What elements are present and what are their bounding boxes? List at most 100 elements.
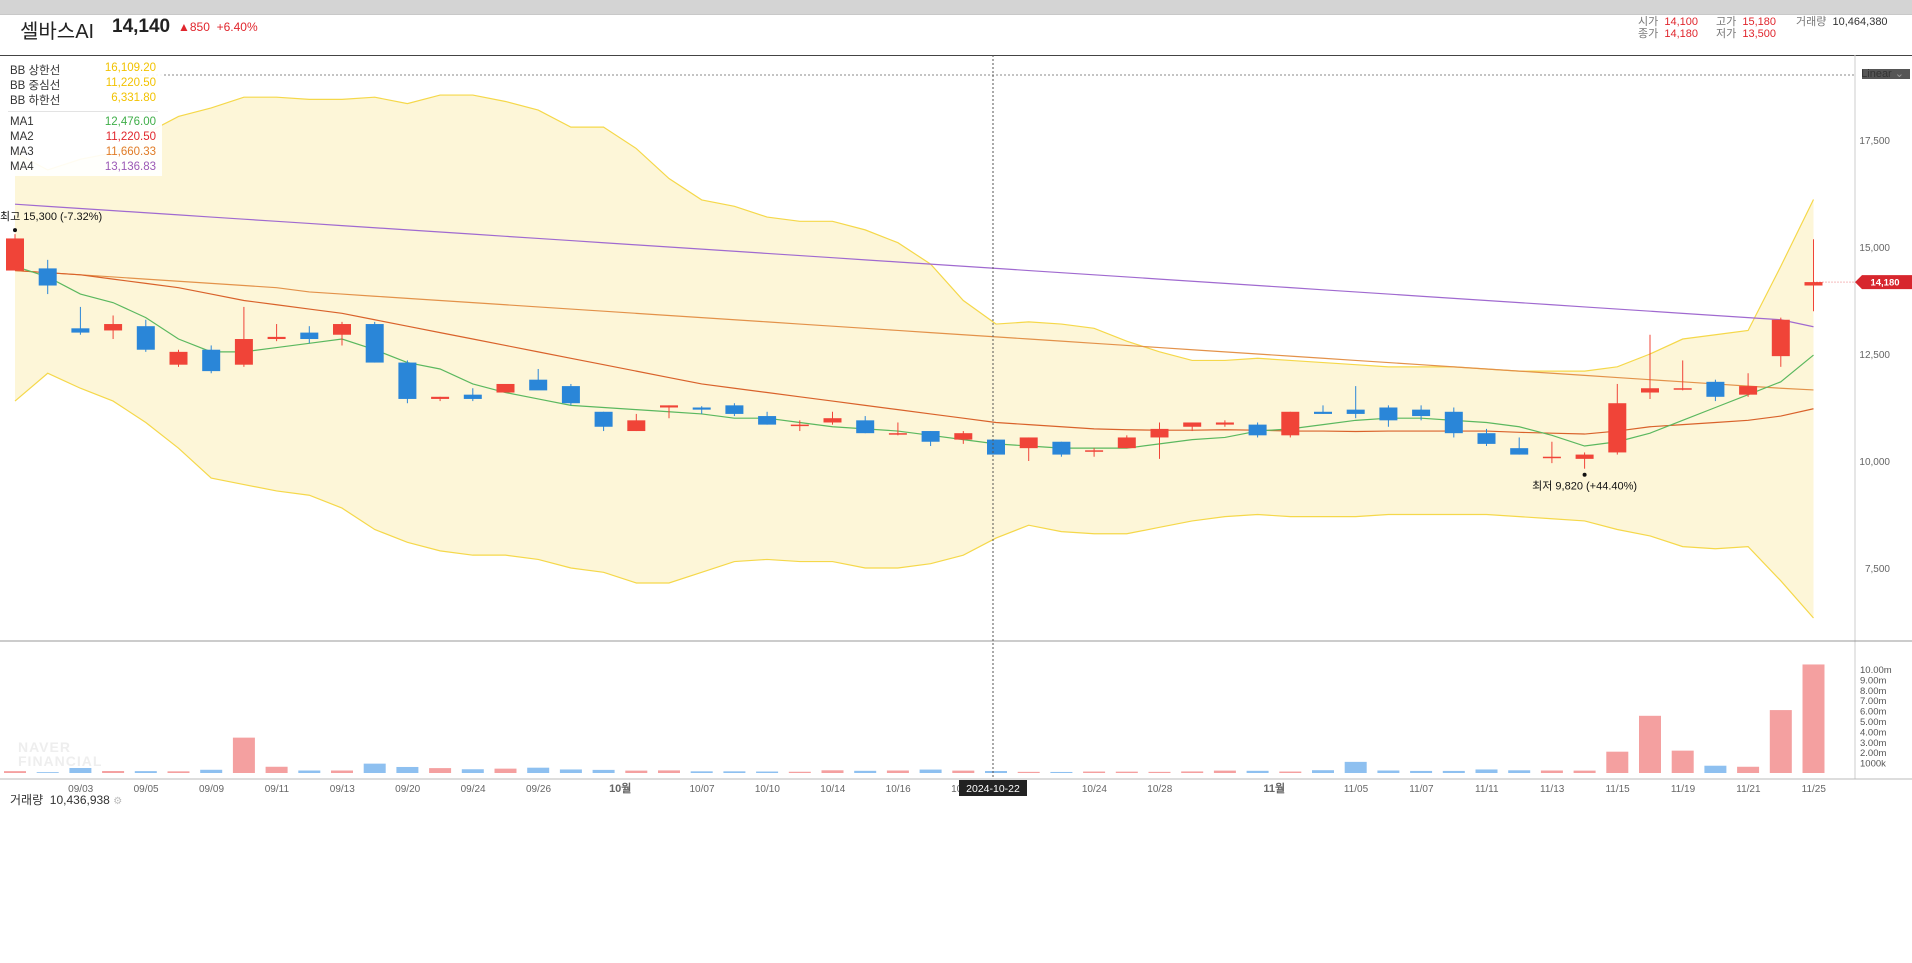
candle-body	[921, 431, 940, 442]
legend-bb-0: BB 상한선 16,109.20	[0, 62, 162, 77]
candle-body	[1542, 456, 1561, 459]
legend-label: BB 중심선	[10, 80, 61, 92]
volume-bar	[1606, 751, 1629, 773]
volume-bar	[1279, 771, 1302, 773]
candle[interactable]	[365, 321, 384, 363]
candle-body	[169, 351, 188, 365]
volume-bar	[919, 769, 942, 773]
indicator-legend: BB 상한선 16,109.20 BB 중심선 11,220.50 BB 하한선 6,33…	[0, 62, 162, 176]
candle-body	[1215, 422, 1234, 425]
candle-body	[71, 328, 90, 333]
volume-tick-label: 7.00m	[1860, 696, 1886, 707]
candle[interactable]	[169, 349, 188, 367]
volume-tick-label: 6.00m	[1860, 707, 1886, 718]
volume-panel-label: 거래량 10,436,938 ⚙	[10, 793, 123, 807]
candle-body	[1673, 388, 1692, 390]
legend-bb-2: BB 하한선 6,331.80	[0, 92, 162, 107]
volume-bar	[1475, 769, 1498, 773]
volume-bar	[265, 766, 288, 773]
candle-body	[1706, 381, 1725, 397]
volume-bar	[1573, 770, 1596, 773]
volume-bar	[821, 770, 844, 773]
candle[interactable]	[1248, 422, 1267, 438]
candle[interactable]	[496, 383, 515, 393]
candle-body	[1771, 319, 1790, 357]
volume-bar	[723, 771, 746, 773]
candle-body	[1019, 437, 1038, 449]
price-chart-svg[interactable]: 7,500 10,000 12,500 15,000 17,500 1000k2.00m3…	[0, 15, 1912, 963]
volume-bar	[4, 771, 26, 773]
candle[interactable]	[1281, 411, 1300, 438]
volume-bar	[854, 770, 877, 773]
chevron-down-icon: ⌄	[1894, 68, 1904, 80]
legend-ma-1: MA2 11,220.50	[0, 131, 162, 146]
candle-body	[1281, 411, 1300, 436]
volume-bar	[1410, 770, 1433, 773]
x-tick-label: 10/14	[820, 784, 845, 795]
volume-bar	[1083, 771, 1106, 773]
volume-bar	[36, 772, 59, 773]
candle-body	[856, 420, 875, 434]
x-tick-label: 11/13	[1540, 784, 1565, 795]
settings-icon[interactable]: ⚙	[113, 796, 122, 807]
candle-body	[1444, 411, 1463, 434]
volume-tick-label: 1000k	[1860, 759, 1886, 770]
volume-bar	[429, 768, 452, 773]
legend-value: 12,476.00	[104, 116, 156, 128]
volume-bar	[1737, 766, 1760, 773]
volume-tick-label: 3.00m	[1860, 738, 1886, 749]
candle-body	[1608, 403, 1627, 453]
volume-bar	[1704, 765, 1727, 773]
candle[interactable]	[561, 383, 580, 406]
volume-tick-label: 8.00m	[1860, 686, 1886, 697]
x-tick-label: 11/25	[1802, 784, 1827, 795]
legend-value: 11,220.50	[105, 131, 156, 143]
volume-bar	[134, 771, 157, 773]
candle[interactable]	[987, 439, 1005, 455]
candle-body	[627, 420, 646, 432]
x-tick-label: 11/05	[1344, 784, 1369, 795]
x-tick-label: 09/24	[461, 784, 486, 795]
candle-body	[790, 424, 809, 427]
high-marker	[13, 228, 17, 233]
volume-bar	[1246, 770, 1269, 773]
price-tick-label: 15,000	[1859, 243, 1890, 254]
x-tick-label: 10/24	[1082, 784, 1107, 795]
volume-bar	[461, 769, 484, 773]
volume-bar	[102, 771, 125, 773]
low-marker	[1582, 472, 1587, 477]
x-tick-label: 11월	[1263, 781, 1285, 795]
volume-bar	[756, 771, 779, 773]
low-annotation: 최저 9,820 (+44.40%)	[1532, 480, 1637, 493]
legend-label: MA4	[10, 161, 34, 173]
x-tick-label: 11/11	[1475, 784, 1499, 795]
legend-value: 6,331.80	[111, 92, 156, 104]
volume-bar	[625, 770, 648, 773]
x-tick-label: 09/13	[330, 784, 355, 795]
candle-body	[561, 386, 580, 404]
candle[interactable]	[6, 234, 24, 271]
candle-body	[1379, 407, 1398, 421]
volume-bar	[1213, 770, 1236, 773]
candle-body	[1739, 386, 1758, 395]
volume-bar	[658, 770, 680, 773]
volume-bar	[1017, 771, 1040, 773]
x-tick-label: 09/26	[526, 784, 551, 795]
volume-bar	[1671, 750, 1694, 773]
candle-body	[1183, 422, 1202, 427]
candle-body	[1412, 409, 1431, 417]
volume-bar	[331, 770, 353, 773]
candle-body	[1510, 448, 1529, 455]
candle[interactable]	[1444, 407, 1463, 438]
candle[interactable]	[398, 360, 417, 404]
volume-bar	[690, 771, 713, 773]
volume-bar	[1148, 771, 1171, 773]
candle-body	[267, 336, 286, 340]
candle-body	[202, 349, 221, 372]
x-tick-label: 11/07	[1409, 784, 1434, 795]
volume-tick-label: 10.00m	[1860, 665, 1892, 676]
scale-toggle-button[interactable]: Linear ⌄	[1861, 67, 1904, 80]
candle-body	[987, 439, 1005, 455]
candle[interactable]	[1052, 441, 1071, 457]
volume-tick-label: 4.00m	[1860, 727, 1886, 738]
